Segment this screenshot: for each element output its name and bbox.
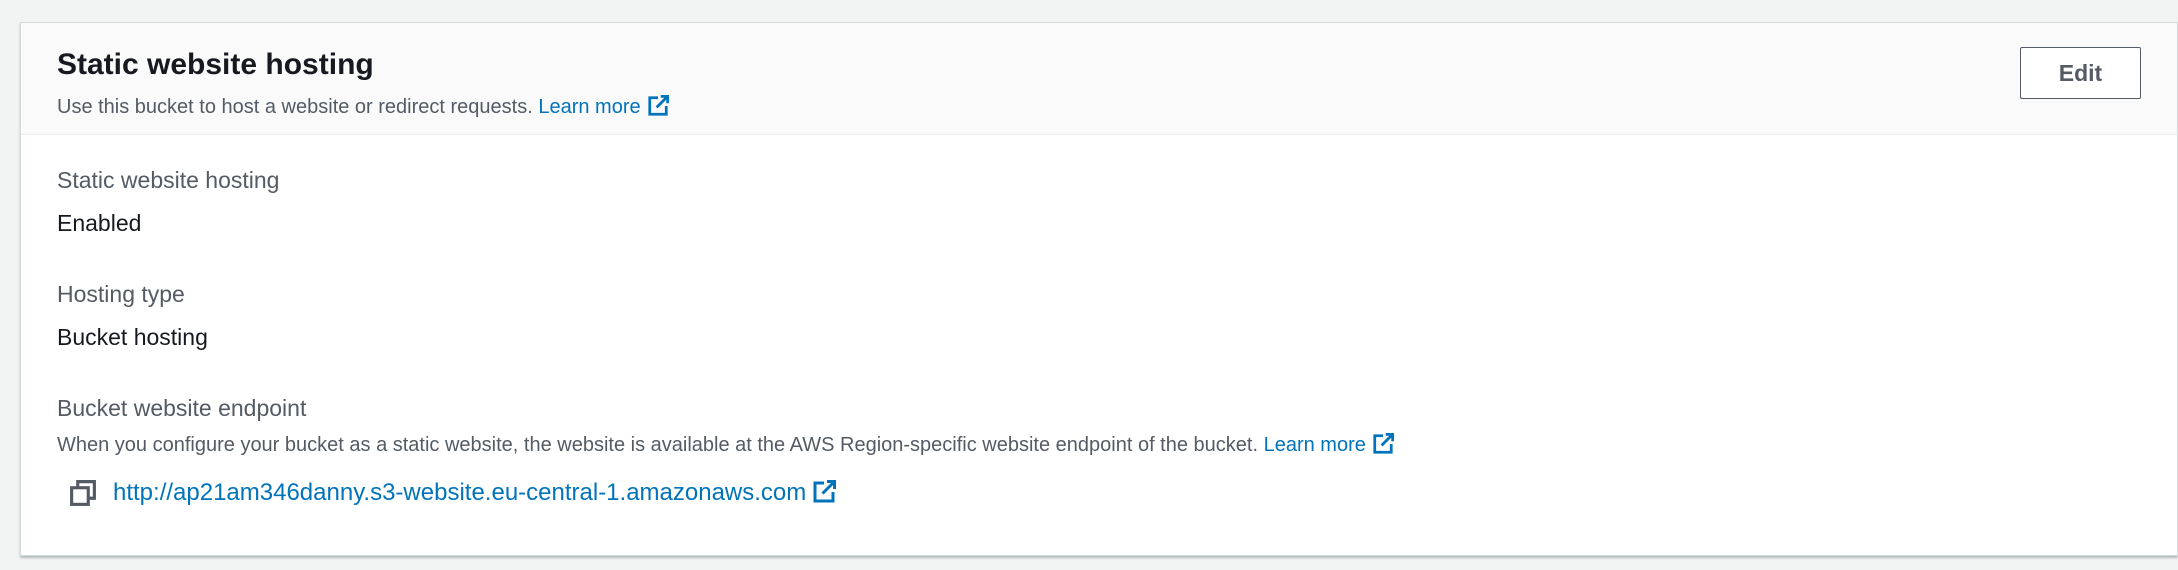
static-website-hosting-panel: Static website hosting Use this bucket t… (20, 22, 2178, 556)
panel-title: Static website hosting (57, 48, 374, 81)
field-value: Enabled (57, 210, 142, 236)
external-link-icon (813, 480, 837, 503)
field-description-text: When you configure your bucket as a stat… (57, 434, 1259, 456)
panel-description: Use this bucket to host a website or red… (57, 93, 669, 121)
field-label: Static website hosting (57, 167, 280, 193)
external-link-icon (1373, 433, 1394, 454)
edit-button[interactable]: Edit (2020, 47, 2141, 99)
field-hosting-type: Hosting type Bucket hosting (57, 279, 208, 352)
field-label: Hosting type (57, 281, 185, 307)
learn-more-link[interactable]: Learn more (538, 95, 669, 118)
learn-more-label: Learn more (1263, 434, 1366, 456)
learn-more-label: Learn more (538, 96, 641, 118)
field-value: Bucket hosting (57, 324, 208, 350)
field-description: When you configure your bucket as a stat… (57, 431, 1394, 459)
endpoint-url-link[interactable]: http://ap21am346danny.s3-website.eu-cent… (113, 477, 837, 509)
copy-icon[interactable] (69, 479, 97, 507)
field-bucket-website-endpoint: Bucket website endpoint When you configu… (57, 393, 1394, 459)
panel-description-text: Use this bucket to host a website or red… (57, 96, 533, 118)
field-label: Bucket website endpoint (57, 395, 307, 421)
field-static-website-hosting: Static website hosting Enabled (57, 165, 279, 238)
endpoint-row: http://ap21am346danny.s3-website.eu-cent… (69, 475, 837, 511)
external-link-icon (648, 95, 669, 116)
panel-header: Static website hosting Use this bucket t… (21, 23, 2177, 135)
endpoint-url: http://ap21am346danny.s3-website.eu-cent… (113, 479, 807, 506)
learn-more-link[interactable]: Learn more (1263, 433, 1394, 456)
